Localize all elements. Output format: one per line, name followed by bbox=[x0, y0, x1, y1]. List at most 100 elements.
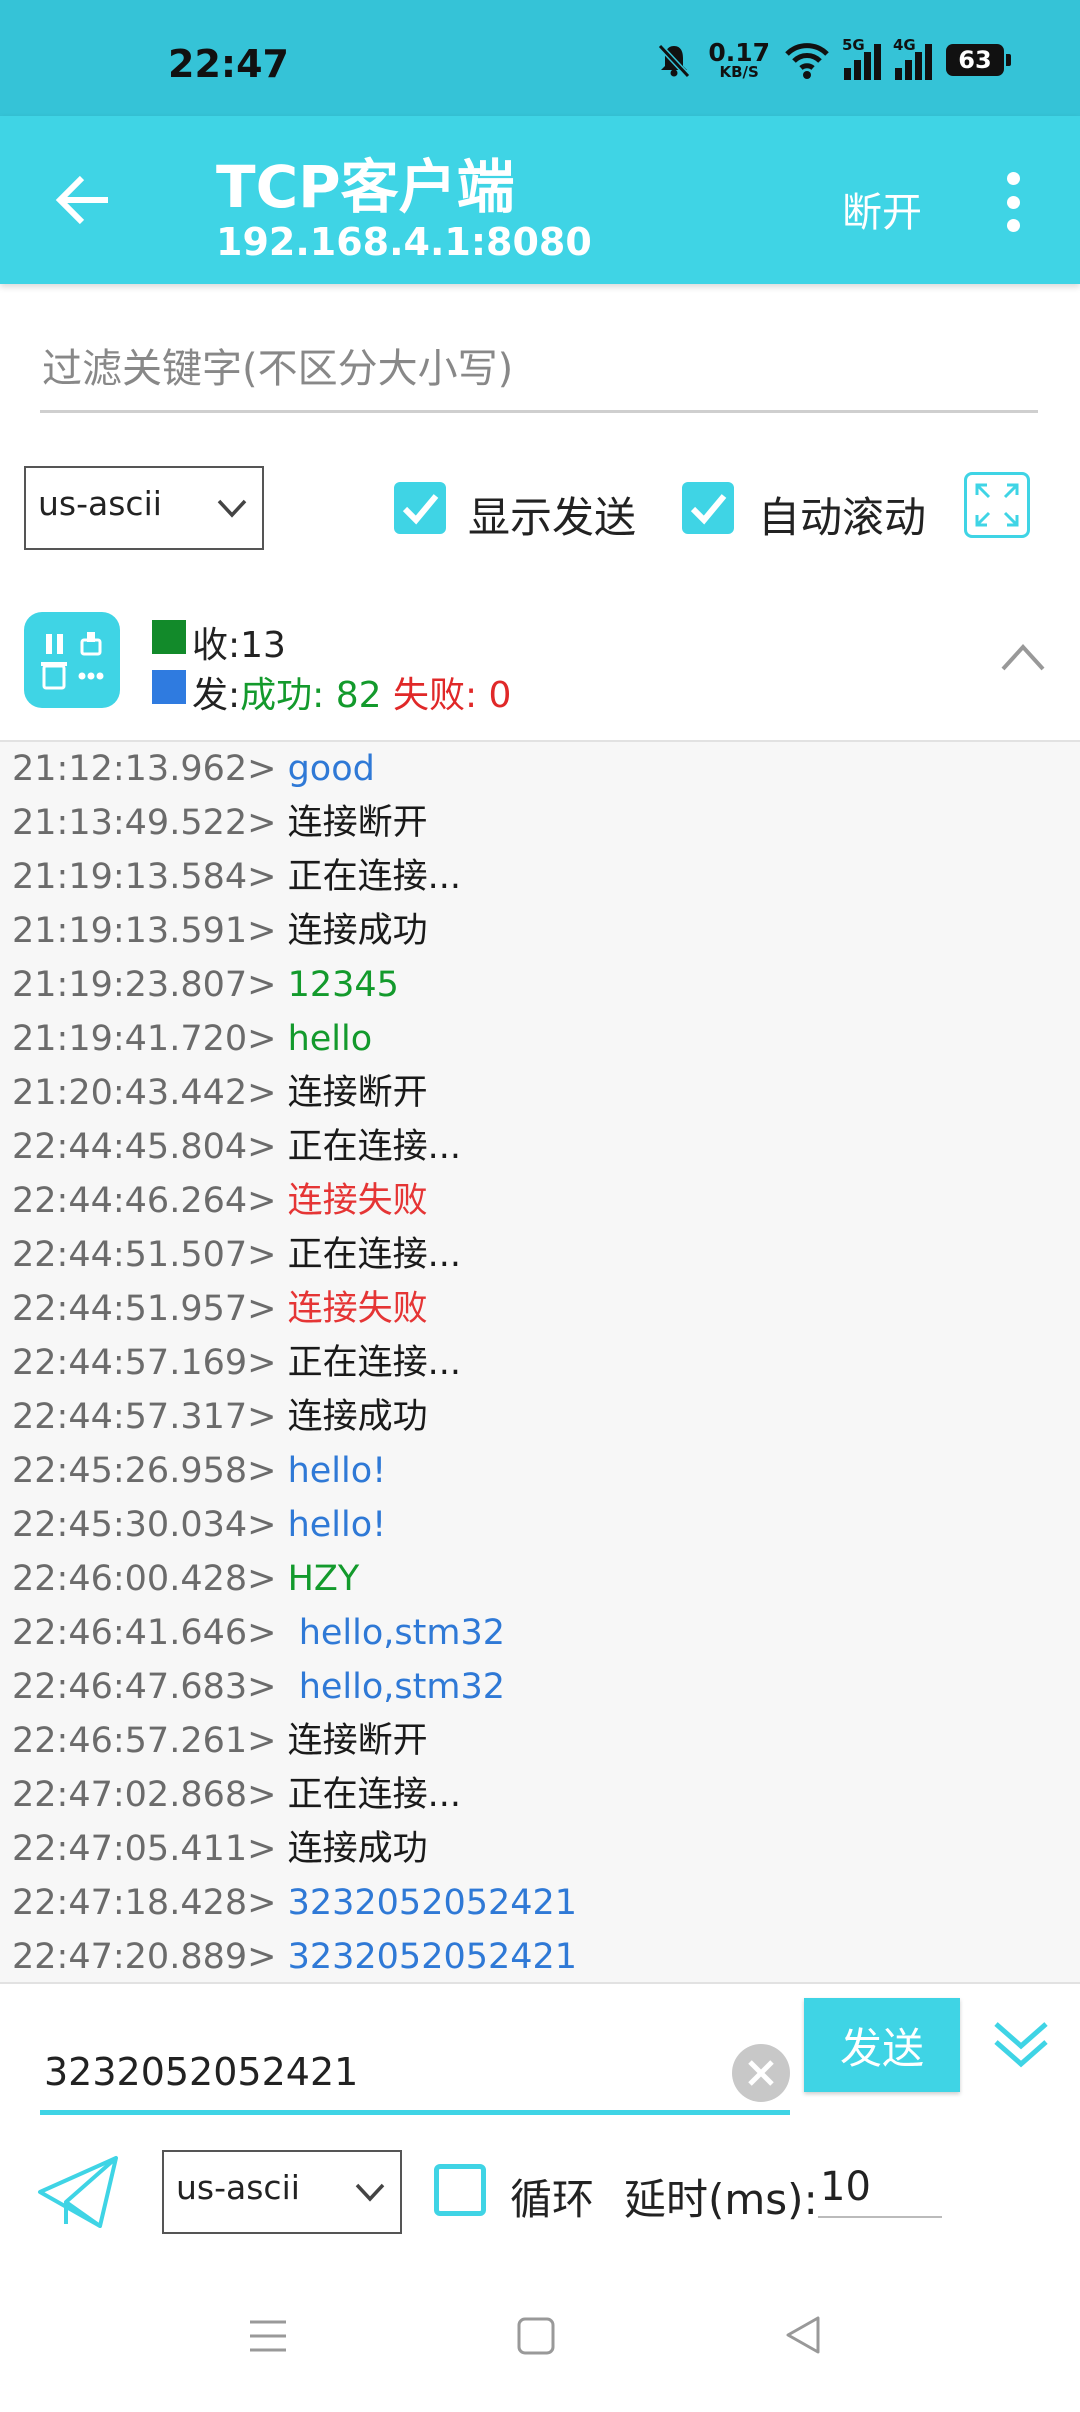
pause-clear-icon bbox=[41, 632, 104, 690]
log-row: 22:44:46.264> 连接失败 bbox=[0, 1174, 1080, 1228]
system-nav-bar bbox=[0, 2262, 1080, 2412]
chevron-up-icon[interactable] bbox=[1000, 642, 1046, 672]
log-time: 22:47:20.889> bbox=[12, 1937, 277, 1977]
encoding-select-value: us-ascii bbox=[38, 484, 162, 523]
back-arrow-icon[interactable] bbox=[52, 168, 116, 232]
filter-input[interactable]: 过滤关键字(不区分大小写) bbox=[40, 330, 1038, 413]
expand-icon bbox=[975, 483, 1019, 527]
log-message: 连接失败 bbox=[287, 1181, 428, 1221]
log-time: 22:44:45.804> bbox=[12, 1127, 277, 1167]
page-subtitle: 192.168.4.1:8080 bbox=[216, 220, 592, 264]
checkmark-icon bbox=[690, 494, 727, 525]
fullscreen-button[interactable] bbox=[964, 472, 1030, 538]
status-bar: 22:47 0.17 KB/S 5G 4G 63 bbox=[0, 0, 1080, 116]
log-message: 连接断开 bbox=[287, 1073, 428, 1113]
log-time: 22:46:47.683> bbox=[12, 1667, 277, 1707]
log-row: 22:44:45.804> 正在连接... bbox=[0, 1120, 1080, 1174]
menu-icon[interactable] bbox=[248, 2318, 288, 2354]
show-send-checkbox[interactable] bbox=[394, 482, 446, 534]
delay-input[interactable]: 10 bbox=[818, 2156, 942, 2218]
log-row: 22:45:30.034> hello! bbox=[0, 1498, 1080, 1552]
log-message: 正在连接... bbox=[287, 1127, 461, 1167]
send-button[interactable]: 发送 bbox=[804, 1998, 960, 2092]
recv-color-swatch bbox=[152, 620, 186, 654]
checkmark-icon bbox=[402, 494, 439, 525]
show-send-label: 显示发送 bbox=[468, 493, 637, 542]
log-time: 22:46:57.261> bbox=[12, 1721, 277, 1761]
log-time: 21:19:13.591> bbox=[12, 911, 277, 951]
log-message: 3232052052421 bbox=[287, 1883, 578, 1923]
log-message: 正在连接... bbox=[287, 857, 461, 897]
log-message: 正在连接... bbox=[287, 1343, 461, 1383]
log-time: 21:20:43.442> bbox=[12, 1073, 277, 1113]
log-message: 正在连接... bbox=[287, 1235, 461, 1275]
log-row: 22:44:57.317> 连接成功 bbox=[0, 1390, 1080, 1444]
log-row: 21:19:23.807> 12345 bbox=[0, 958, 1080, 1012]
log-message: 12345 bbox=[287, 965, 399, 1005]
log-message: 连接成功 bbox=[287, 1829, 428, 1869]
wifi-icon bbox=[785, 43, 829, 79]
status-icons: 0.17 KB/S 5G 4G 63 bbox=[654, 36, 1011, 81]
net-speed-value: 0.17 bbox=[708, 38, 770, 67]
stats-panel: 收:13 发:成功: 82 失败: 0 bbox=[0, 590, 1080, 742]
log-time: 22:45:26.958> bbox=[12, 1451, 277, 1491]
cell-signal-5g-icon: 5G bbox=[842, 36, 881, 80]
log-message: hello,stm32 bbox=[287, 1667, 506, 1707]
page-title: TCP客户端 bbox=[216, 153, 515, 221]
log-message: 连接失败 bbox=[287, 1289, 428, 1329]
auto-scroll-label: 自动滚动 bbox=[758, 493, 927, 542]
log-row: 22:46:57.261> 连接断开 bbox=[0, 1714, 1080, 1768]
message-input[interactable]: 3232052052421 bbox=[40, 2042, 790, 2115]
log-row: 21:19:13.591> 连接成功 bbox=[0, 904, 1080, 958]
signal-5g-label: 5G bbox=[842, 36, 865, 54]
log-row: 22:44:57.169> 正在连接... bbox=[0, 1336, 1080, 1390]
log-list[interactable]: 21:12:13.962> good 21:13:49.522> 连接断开 21… bbox=[0, 742, 1080, 1982]
log-row: 22:46:47.683> hello,stm32 bbox=[0, 1660, 1080, 1714]
clear-input-button[interactable] bbox=[732, 2044, 790, 2102]
log-time: 22:46:00.428> bbox=[12, 1559, 277, 1599]
double-chevron-down-icon[interactable] bbox=[990, 2014, 1052, 2076]
battery-icon: 63 bbox=[946, 44, 1011, 76]
log-time: 21:12:13.962> bbox=[12, 749, 277, 789]
log-message: hello! bbox=[287, 1451, 387, 1491]
send-encoding-select[interactable]: us-ascii bbox=[162, 2150, 402, 2234]
status-time: 22:47 bbox=[168, 42, 289, 86]
log-time: 21:19:23.807> bbox=[12, 965, 277, 1005]
loop-label: 循环 bbox=[510, 2175, 595, 2224]
log-row: 21:19:13.584> 正在连接... bbox=[0, 850, 1080, 904]
log-time: 22:46:41.646> bbox=[12, 1613, 277, 1653]
log-row: 22:46:00.428> HZY bbox=[0, 1552, 1080, 1606]
log-time: 22:44:46.264> bbox=[12, 1181, 277, 1221]
net-speed-unit: KB/S bbox=[719, 63, 759, 81]
log-message: 连接断开 bbox=[287, 803, 428, 843]
disconnect-button[interactable]: 断开 bbox=[842, 180, 922, 238]
signal-4g-label: 4G bbox=[893, 36, 916, 54]
encoding-select[interactable]: us-ascii bbox=[24, 466, 264, 550]
loop-checkbox[interactable] bbox=[434, 2164, 486, 2216]
send-label: 发: bbox=[192, 675, 241, 716]
cell-signal-4g-icon: 4G bbox=[893, 36, 932, 80]
log-row: 22:46:41.646> hello,stm32 bbox=[0, 1606, 1080, 1660]
chevron-down-icon bbox=[355, 2183, 385, 2202]
log-row: 21:13:49.522> 连接断开 bbox=[0, 796, 1080, 850]
auto-scroll-checkbox[interactable] bbox=[682, 482, 734, 534]
log-row: 22:45:26.958> hello! bbox=[0, 1444, 1080, 1498]
log-row: 22:44:51.957> 连接失败 bbox=[0, 1282, 1080, 1336]
log-message: hello! bbox=[287, 1505, 387, 1545]
log-time: 22:47:18.428> bbox=[12, 1883, 277, 1923]
log-time: 22:44:51.957> bbox=[12, 1289, 277, 1329]
delay-label: 延时(ms): bbox=[624, 2175, 818, 2224]
more-options-icon[interactable] bbox=[1000, 172, 1026, 232]
close-icon bbox=[748, 2060, 774, 2086]
log-row: 22:44:51.507> 正在连接... bbox=[0, 1228, 1080, 1282]
message-input-value: 3232052052421 bbox=[44, 2050, 359, 2094]
send-success: 成功: 82 bbox=[240, 675, 382, 716]
log-time: 22:44:51.507> bbox=[12, 1235, 277, 1275]
log-row: 22:47:05.411> 连接成功 bbox=[0, 1822, 1080, 1876]
paper-plane-icon[interactable] bbox=[36, 2154, 122, 2230]
home-icon[interactable] bbox=[516, 2316, 556, 2356]
log-controls-button[interactable] bbox=[24, 612, 120, 708]
log-message: 连接断开 bbox=[287, 1721, 428, 1761]
back-triangle-icon[interactable] bbox=[782, 2314, 822, 2356]
send-color-swatch bbox=[152, 670, 186, 704]
